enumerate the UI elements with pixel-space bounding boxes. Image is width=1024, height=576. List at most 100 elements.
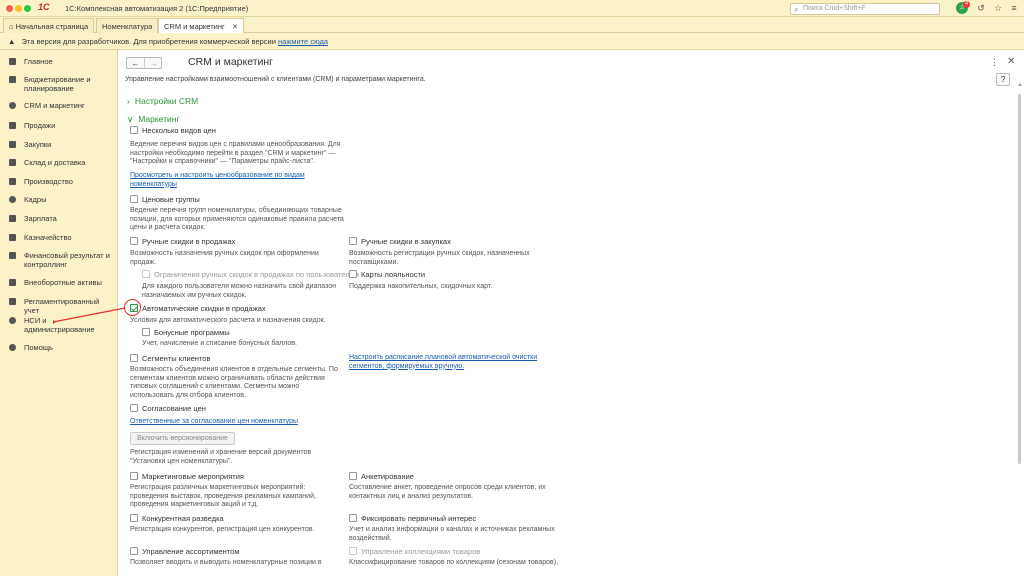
manual-discounts-sales-checkbox[interactable]	[130, 237, 138, 245]
help-icon	[9, 344, 16, 351]
factory-icon	[9, 178, 16, 185]
payroll-icon	[9, 215, 16, 222]
more-options-icon[interactable]: ⋮	[990, 57, 999, 68]
sidebar-item-finresult[interactable]: Финансовый результат и контроллинг	[0, 251, 118, 269]
maximize-window-button[interactable]	[24, 5, 31, 12]
segments-cleanup-link[interactable]: Настроить расписание плановой автоматиче…	[349, 354, 544, 371]
sidebar-item-label: Зарплата	[24, 214, 57, 223]
multiple-prices-label: Несколько видов цен	[142, 126, 216, 135]
sidebar-item-label: Продажи	[24, 121, 56, 130]
surveys-checkbox[interactable]	[349, 472, 357, 480]
vertical-scrollbar[interactable]: ▲	[1017, 82, 1023, 576]
page-title: CRM и маркетинг	[188, 56, 274, 68]
tab-nomenclature[interactable]: Номенклатура	[96, 18, 159, 33]
multiple-prices-note: Ведение перечня видов цен с правилами це…	[130, 141, 341, 165]
star-icon[interactable]: ☆	[992, 2, 1004, 14]
person-icon	[9, 196, 16, 203]
section-marketing[interactable]: ∨ Маркетинг	[127, 114, 180, 125]
content-area: ← → CRM и маркетинг ⋮ ✕ Управление настр…	[118, 50, 1024, 576]
tab-home[interactable]: ⌂ Начальная страница	[3, 18, 95, 33]
manual-discounts-sales-label: Ручные скидки в продажах	[142, 237, 236, 246]
section-title: Настройки CRM	[134, 96, 199, 106]
home-icon: ⌂	[9, 22, 14, 31]
page-description: Управление настройками взаимоотношений с…	[125, 76, 426, 83]
marketing-events-checkbox[interactable]	[130, 472, 138, 480]
scroll-up-icon[interactable]: ▲	[1017, 82, 1023, 88]
section-crm-settings[interactable]: › Настройки CRM	[127, 96, 198, 106]
close-window-button[interactable]	[6, 5, 13, 12]
chevron-down-icon: ∨	[127, 114, 134, 124]
sidebar-item-help[interactable]: Помощь	[0, 343, 118, 352]
manual-discounts-sales-note: Возможность назначения ручных скидок при…	[130, 250, 319, 266]
marketing-events-note: Регистрация различных маркетинговых меро…	[130, 484, 316, 508]
primary-interest-label: Фиксировать первичный интерес	[361, 514, 477, 523]
assets-icon	[9, 279, 16, 286]
sidebar-item-label: Финансовый результат и контроллинг	[24, 251, 110, 269]
sidebar-item-warehouse[interactable]: Склад и доставка	[0, 158, 118, 167]
collections-checkbox[interactable]	[349, 547, 357, 555]
collections-label: Управление коллекциями товаров	[361, 547, 481, 556]
1c-logo: 1С	[38, 2, 50, 12]
competitive-intel-note: Регистрация конкурентов, регистрация цен…	[130, 526, 315, 533]
versioning-note: Регистрация изменений и хранение версий …	[130, 449, 312, 465]
warning-icon: ▲	[8, 37, 16, 46]
sidebar-item-purchases[interactable]: Закупки	[0, 140, 118, 149]
minimize-window-button[interactable]	[15, 5, 22, 12]
loyalty-cards-checkbox[interactable]	[349, 270, 357, 278]
buy-link[interactable]: нажмите сюда	[278, 37, 328, 46]
sidebar-item-crm[interactable]: CRM и маркетинг	[0, 101, 118, 110]
help-button[interactable]: ?	[996, 73, 1010, 86]
sidebar-item-label: Производство	[24, 177, 73, 186]
competitive-intel-label: Конкурентная разведка	[142, 514, 224, 523]
auto-discounts-note: Условия для автоматического расчета и на…	[130, 317, 326, 324]
bonus-programs-note: Учет, начисление и списание бонусных бал…	[142, 340, 297, 347]
enable-versioning-button[interactable]: Включить версионирование	[130, 432, 235, 445]
manual-discounts-purchases-note: Возможность регистрации ручных скидок, н…	[349, 250, 530, 266]
sidebar-item-production[interactable]: Производство	[0, 177, 118, 186]
window-title: 1С:Комплексная автоматизация 2 (1С:Предп…	[65, 4, 249, 13]
sidebar-item-assets[interactable]: Внеоборотные активы	[0, 278, 118, 287]
assortment-checkbox[interactable]	[130, 547, 138, 555]
nav-buttons: ← →	[126, 57, 162, 69]
primary-interest-checkbox[interactable]	[349, 514, 357, 522]
scroll-thumb[interactable]	[1018, 94, 1021, 464]
sidebar-item-label: Внеоборотные активы	[24, 278, 102, 287]
infobar-text: Эта версия для разработчиков. Для приобр…	[21, 37, 276, 46]
price-approval-label: Согласование цен	[142, 404, 206, 413]
sidebar-item-hr[interactable]: Кадры	[0, 195, 118, 204]
manual-discounts-purchases-checkbox[interactable]	[349, 237, 357, 245]
sidebar-item-payroll[interactable]: Зарплата	[0, 214, 118, 223]
sidebar-item-sales[interactable]: Продажи	[0, 121, 118, 130]
tab-label: CRM и маркетинг	[164, 22, 225, 31]
price-approval-responsible-link[interactable]: Ответственные за согласование цен номенк…	[130, 418, 350, 427]
sidebar-item-main[interactable]: Главное	[0, 57, 118, 66]
sidebar-item-label: Кадры	[24, 195, 47, 204]
competitive-intel-checkbox[interactable]	[130, 514, 138, 522]
pricing-setup-link[interactable]: Просмотреть и настроить ценообразование …	[130, 172, 320, 189]
client-segments-note: Возможность объединения клиентов в отдел…	[130, 366, 338, 399]
close-page-icon[interactable]: ✕	[1007, 56, 1015, 67]
global-search[interactable]: ⌕ Поиск Cmd+Shift+F	[790, 3, 940, 15]
surveys-note: Составление анкет, проведение опросов ср…	[349, 484, 546, 500]
tab-crm-marketing[interactable]: CRM и маркетинг ✕	[158, 18, 245, 34]
close-tab-icon[interactable]: ✕	[232, 22, 238, 31]
sidebar-item-treasury[interactable]: Казначейство	[0, 233, 118, 242]
menu-icon[interactable]: ≡	[1008, 2, 1020, 14]
sidebar-item-label: Бюджетирование и планирование	[24, 75, 91, 93]
history-icon[interactable]: ↺	[975, 2, 987, 14]
price-groups-checkbox[interactable]	[130, 195, 138, 203]
multiple-prices-checkbox[interactable]	[130, 126, 138, 134]
sidebar-item-label: Склад и доставка	[24, 158, 86, 167]
chart-icon	[9, 252, 16, 259]
forward-arrow-icon[interactable]: →	[145, 58, 163, 69]
price-approval-checkbox[interactable]	[130, 404, 138, 412]
crm-icon	[9, 102, 16, 109]
sidebar-item-label: Помощь	[24, 343, 53, 352]
sidebar-item-budgeting[interactable]: Бюджетирование и планирование	[0, 75, 118, 93]
bonus-programs-checkbox[interactable]	[142, 328, 150, 336]
manual-limits-checkbox[interactable]	[142, 270, 150, 278]
back-arrow-icon[interactable]: ←	[127, 58, 145, 69]
client-segments-checkbox[interactable]	[130, 354, 138, 362]
sidebar-item-label: Казначейство	[24, 233, 72, 242]
auto-discounts-label: Автоматические скидки в продажах	[142, 304, 266, 313]
